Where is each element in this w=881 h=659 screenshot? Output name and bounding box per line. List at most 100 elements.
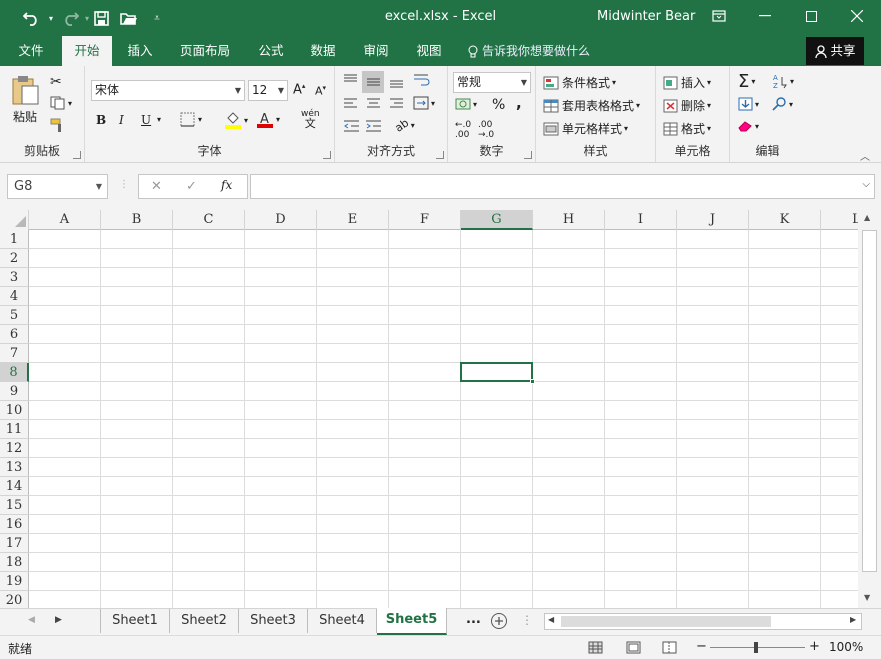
font-dialog-launcher[interactable] [323,151,331,159]
column-header-h[interactable]: H [533,210,605,230]
more-sheets-button[interactable]: ... [466,612,481,627]
column-header-a[interactable]: A [29,210,101,230]
sheet-tab-sheet1[interactable]: Sheet1 [100,609,170,633]
row-header-6[interactable]: 6 [0,325,29,344]
close-button[interactable] [834,0,880,32]
borders-button[interactable]: ▾ [180,112,202,127]
copy-button[interactable]: ▾ [50,96,72,110]
sheet-tab-sheet2[interactable]: Sheet2 [170,609,239,633]
column-header-b[interactable]: B [101,210,173,230]
horizontal-scrollbar[interactable]: ◀ ▶ [544,613,862,630]
column-header-d[interactable]: D [245,210,317,230]
tab-home[interactable]: 开始 [62,36,112,66]
formula-input[interactable]: ⌵ [250,174,875,199]
chevron-down-icon[interactable]: ▼ [96,175,102,198]
row-header-11[interactable]: 11 [0,420,29,439]
row-header-5[interactable]: 5 [0,306,29,325]
decrease-font-size-button[interactable]: A▾ [315,84,326,98]
accounting-format-button[interactable]: ▾ [455,97,477,111]
scroll-tabs-right-icon[interactable]: ▶ [55,615,62,625]
format-painter-button[interactable] [50,118,65,132]
increase-decimal-button[interactable]: ←.0.00 [455,120,471,140]
row-header-15[interactable]: 15 [0,496,29,515]
tell-me-search[interactable]: 告诉我你想要做什么 [468,36,590,66]
row-header-12[interactable]: 12 [0,439,29,458]
ribbon-display-options-button[interactable] [696,0,742,32]
font-name-combobox[interactable]: 宋体 ▼ [91,80,245,101]
zoom-in-button[interactable]: + [809,639,820,654]
find-select-button[interactable]: ▾ [772,97,793,111]
worksheet-grid[interactable]: ABCDEFGHIJKL 1 2 3 4 5 6 7 8 9 10 11 12 13 14 15 16 17 18… [0,210,858,608]
tab-page-layout[interactable]: 页面布局 [170,36,240,66]
align-center-button[interactable] [366,98,381,110]
row-header-8[interactable]: 8 [0,363,29,382]
row-header-16[interactable]: 16 [0,515,29,534]
underline-dropdown-icon[interactable]: ▾ [157,115,161,124]
align-right-button[interactable] [389,98,404,110]
tab-insert[interactable]: 插入 [115,36,165,66]
row-header-9[interactable]: 9 [0,382,29,401]
row-header-4[interactable]: 4 [0,287,29,306]
format-as-table-button[interactable]: 套用表格格式 ▾ [543,97,640,114]
phonetic-guide-button[interactable]: wén 文 [301,110,320,130]
underline-button[interactable]: U [141,113,151,127]
row-header-17[interactable]: 17 [0,534,29,553]
cut-button[interactable]: ✂ [50,74,62,90]
row-header-7[interactable]: 7 [0,344,29,363]
cell-styles-button[interactable]: 单元格样式 ▾ [543,120,628,137]
tab-file[interactable]: 文件 [5,36,57,66]
row-header-2[interactable]: 2 [0,249,29,268]
align-left-button[interactable] [343,98,358,110]
share-button[interactable]: 共享 [806,37,864,65]
column-header-f[interactable]: F [389,210,461,230]
tab-data[interactable]: 数据 [298,36,348,66]
select-all-button[interactable] [0,210,29,230]
number-format-combobox[interactable]: 常规 ▼ [453,72,531,93]
scroll-left-arrow-icon[interactable]: ◀ [548,615,554,624]
insert-cells-button[interactable]: 插入 ▾ [663,74,711,91]
scroll-right-arrow-icon[interactable]: ▶ [850,615,856,624]
confirm-entry-button[interactable]: ✓ [186,179,197,194]
expand-formula-bar-icon[interactable]: ⌵ [862,179,870,190]
row-header-19[interactable]: 19 [0,572,29,591]
page-break-view-button[interactable] [662,641,677,654]
zoom-level[interactable]: 100% [829,640,863,654]
name-box[interactable]: G8 ▼ [7,174,108,199]
tab-split-handle-icon[interactable]: ⋮ [521,613,533,627]
sheet-tab-sheet3[interactable]: Sheet3 [239,609,308,633]
tab-review[interactable]: 审阅 [351,36,401,66]
tab-formulas[interactable]: 公式 [246,36,296,66]
horizontal-scroll-thumb[interactable] [561,616,771,627]
comma-style-button[interactable]: , [516,94,522,112]
sheet-tab-sheet4[interactable]: Sheet4 [308,609,377,633]
zoom-out-button[interactable]: − [696,639,707,654]
paste-button[interactable]: 粘贴 [8,74,42,130]
row-header-20[interactable]: 20 [0,591,29,608]
scroll-up-arrow-icon[interactable]: ▲ [864,213,870,222]
column-header-i[interactable]: I [605,210,677,230]
autosum-button[interactable]: Σ ▾ [738,71,755,92]
row-header-1[interactable]: 1 [0,230,29,249]
column-header-g[interactable]: G [461,210,533,230]
bottom-align-button[interactable] [389,76,404,88]
collapse-ribbon-button[interactable]: ︿ [860,148,870,163]
font-color-button[interactable]: A ▾ [257,111,280,128]
merge-center-button[interactable]: ▾ [413,96,435,110]
clipboard-dialog-launcher[interactable] [73,151,81,159]
number-dialog-launcher[interactable] [524,151,532,159]
row-header-18[interactable]: 18 [0,553,29,572]
row-header-10[interactable]: 10 [0,401,29,420]
normal-view-button[interactable] [588,641,603,654]
clear-button[interactable]: ▾ [738,120,759,132]
fill-handle[interactable] [530,379,535,384]
top-align-button[interactable] [343,74,358,86]
row-header-3[interactable]: 3 [0,268,29,287]
vertical-scroll-thumb[interactable] [862,230,877,572]
minimize-button[interactable] [742,0,788,32]
fill-button[interactable]: ▾ [738,97,759,111]
sheet-tab-sheet5[interactable]: Sheet5 [377,608,447,635]
zoom-slider-thumb[interactable] [754,642,758,653]
middle-align-button[interactable] [362,71,384,93]
percent-style-button[interactable]: % [492,97,505,113]
active-cell-g8[interactable] [460,362,533,382]
